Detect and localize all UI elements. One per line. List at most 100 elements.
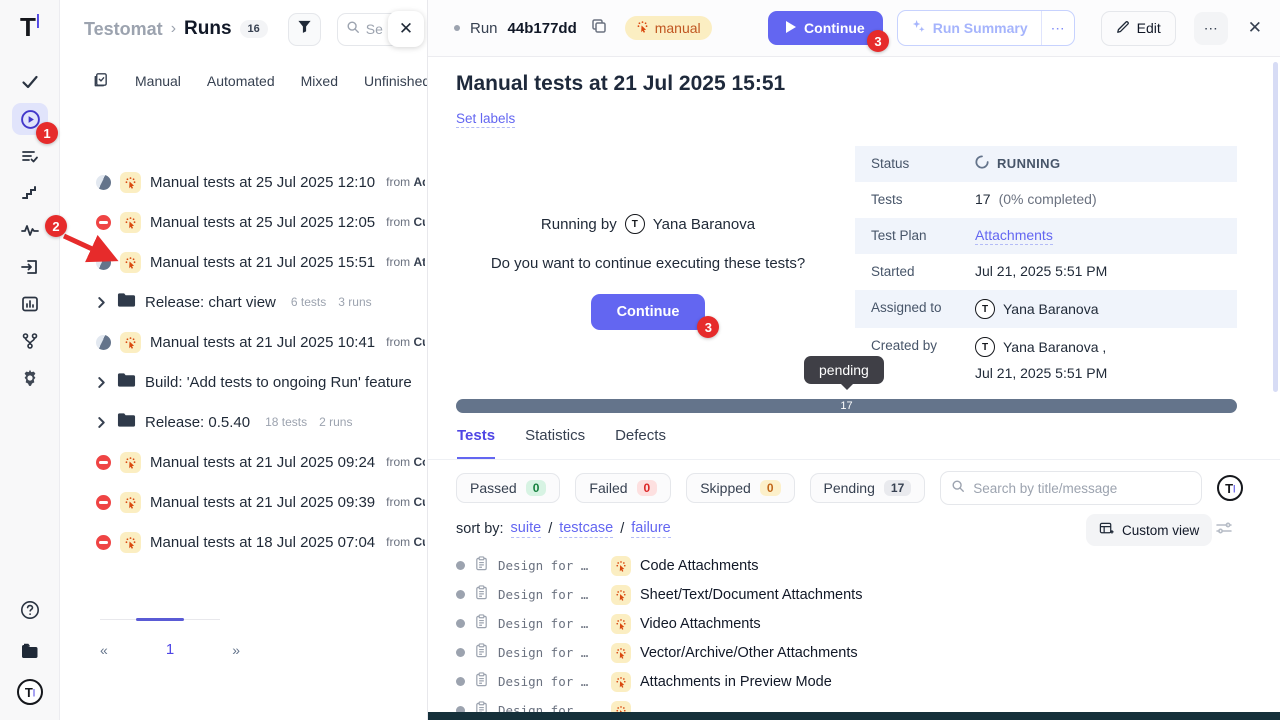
copy-check-icon[interactable] [92,71,109,91]
tab-defects[interactable]: Defects [615,427,666,459]
sidebar-item-activity[interactable] [12,214,48,246]
test-title: Sheet/Text/Document Attachments [640,587,862,603]
sort-suite-link[interactable]: suite [511,520,542,538]
sidebar-item-steps[interactable] [12,177,48,209]
test-row[interactable]: Design for … Vector/Archive/Other Attach… [456,638,1280,667]
info-label: Created by [871,337,975,353]
run-summary-button[interactable]: Run Summary ⋯ [897,10,1075,46]
test-row[interactable]: Design for … Sheet/Text/Document Attachm… [456,580,1280,609]
continue-button-header[interactable]: Continue [768,11,883,45]
detail-scrollbar[interactable] [1273,62,1278,392]
test-row[interactable]: Design for … [456,696,1280,712]
run-source: from Add [386,175,425,189]
sort-testcase-link[interactable]: testcase [559,520,613,538]
tests-search-input[interactable] [973,481,1191,496]
tab-manual[interactable]: Manual [135,73,181,89]
continue-prompt: Running by T Yana Baranova Do you want t… [428,214,868,330]
run-list: Manual tests at 25 Jul 2025 12:10 from A… [60,162,425,562]
run-label: Run [470,20,498,37]
more-actions-button[interactable]: ⋯ [1194,12,1228,45]
tab-mixed[interactable]: Mixed [301,73,338,89]
run-folder-item[interactable]: Release: 0.5.40 18 tests2 runs [60,402,425,442]
filter-label: Pending [824,480,875,496]
run-summary-more-button[interactable]: ⋯ [1041,11,1074,45]
test-suite: Design for … [498,587,602,602]
sidebar-item-tests[interactable] [12,66,48,98]
run-source: from Co [386,455,425,469]
pending-dot-icon [456,561,465,570]
filter-pending[interactable]: Pending 17 [810,473,926,503]
filter-passed[interactable]: Passed 0 [456,473,560,503]
sidebar-item-branches[interactable] [12,325,48,357]
test-row[interactable]: Design for … Attachments in Preview Mode [456,667,1280,696]
manual-type-badge: manual [625,16,712,40]
sidebar-item-settings[interactable] [12,362,48,394]
test-row[interactable]: Design for … Video Attachments [456,609,1280,638]
pending-dot-icon [456,648,465,657]
sidebar-item-reports[interactable] [12,288,48,320]
branch-icon [20,331,40,351]
sort-failure-link[interactable]: failure [631,520,671,538]
table-settings-icon [1099,521,1114,539]
pagination-prev[interactable]: « [100,642,108,658]
filter-failed[interactable]: Failed 0 [575,473,671,503]
run-folder-item[interactable]: Build: 'Add tests to ongoing Run' featur… [60,362,425,402]
filter-count: 0 [760,480,781,496]
assignee-avatar[interactable]: T| [1217,475,1243,501]
continue-button-main[interactable]: Continue [591,294,706,330]
run-detail-header: Run 44b177dd manual Continue Run Summary… [428,0,1280,57]
run-status-stopped-icon [96,495,111,510]
run-title: Manual tests at 21 Jul 2025 09:24 [150,454,375,471]
tab-statistics[interactable]: Statistics [525,427,585,459]
chevron-right-icon[interactable] [96,297,108,308]
sidebar-item-import[interactable] [12,251,48,283]
sort-row: sort by: suite / testcase / failure [456,520,671,538]
pagination-page-1[interactable]: 1 [166,641,174,658]
clipboard-icon [474,585,489,605]
run-list-item[interactable]: Manual tests at 21 Jul 2025 10:41 from C… [60,322,425,362]
testomat-logo[interactable]: T| [0,12,60,43]
edit-button[interactable]: Edit [1101,11,1176,46]
run-list-item[interactable]: Manual tests at 18 Jul 2025 07:04 from C… [60,522,425,562]
custom-view-button[interactable]: Custom view [1086,514,1212,546]
filter-skipped[interactable]: Skipped 0 [686,473,794,503]
detail-close-button[interactable]: ✕ [1248,18,1262,38]
started-value: Jul 21, 2025 5:51 PM [975,263,1107,279]
tab-tests[interactable]: Tests [457,427,495,459]
test-plan-link[interactable]: Attachments [975,227,1053,245]
sparkles-icon [911,19,926,37]
tests-searchbox[interactable] [940,471,1202,505]
run-title: Manual tests at 21 Jul 2025 10:41 [150,334,375,351]
manual-run-icon [120,332,141,353]
breadcrumb-app[interactable]: Testomat [84,19,163,40]
runs-search-close-button[interactable]: ✕ [388,11,424,47]
pagination-active-indicator [136,618,184,621]
run-list-item[interactable]: Manual tests at 25 Jul 2025 12:10 from A… [60,162,425,202]
run-folder-item[interactable]: Release: chart view 6 tests3 runs [60,282,425,322]
created-user: Yana Baranova , [1003,339,1106,355]
sidebar-item-account[interactable]: T| [12,676,48,708]
sidebar-item-test-plans[interactable] [12,140,48,172]
set-labels-link[interactable]: Set labels [456,111,515,128]
pagination-next[interactable]: » [232,642,240,658]
sidebar-item-help[interactable] [12,594,48,626]
chevron-right-icon[interactable] [96,377,108,388]
progress-count: 17 [840,400,852,412]
play-icon [786,20,796,36]
run-list-item[interactable]: Manual tests at 21 Jul 2025 09:24 from C… [60,442,425,482]
run-summary-label: Run Summary [933,20,1028,36]
tab-unfinished[interactable]: Unfinished [364,73,427,89]
sidebar-item-projects[interactable] [12,635,48,667]
filter-button[interactable] [288,13,321,46]
chevron-right-icon[interactable] [96,417,108,428]
run-list-item[interactable]: Manual tests at 21 Jul 2025 09:39 from C… [60,482,425,522]
manual-run-icon [120,532,141,553]
filter-label: Passed [470,480,517,496]
tab-automated[interactable]: Automated [207,73,275,89]
annotation-badge-3-header: 3 [867,30,889,52]
test-row[interactable]: Design for … Code Attachments [456,551,1280,580]
copy-icon[interactable] [591,18,607,39]
pending-dot-icon [456,590,465,599]
sliders-icon[interactable] [1216,521,1232,540]
icon-sidebar: T| [0,0,60,720]
